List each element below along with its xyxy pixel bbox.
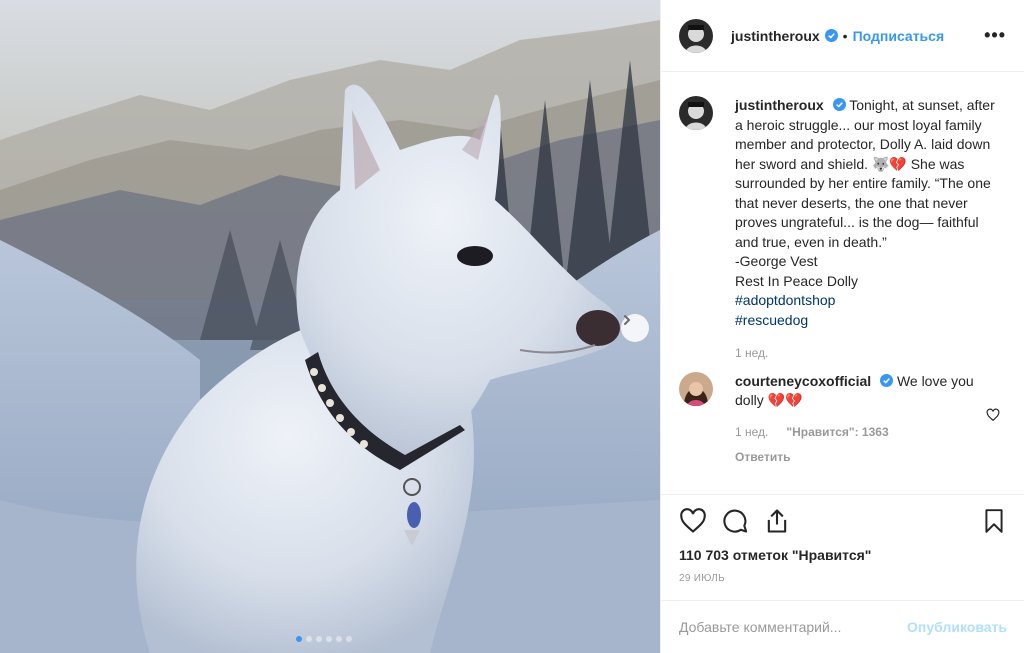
- post-sidebar: justintheroux • Подписаться ••• justinth…: [660, 0, 1024, 653]
- share-icon[interactable]: [763, 507, 791, 535]
- carousel-dot: [346, 636, 352, 642]
- caption-body: justintheroux Tonight, at sunset, after …: [735, 96, 1005, 364]
- comment: courteneycoxofficial We love you dolly 💔…: [679, 371, 1008, 468]
- comment-icon[interactable]: [721, 507, 749, 535]
- carousel-dot: [306, 636, 312, 642]
- avatar-image: [679, 18, 713, 53]
- action-icons: [679, 507, 1007, 535]
- avatar[interactable]: [679, 96, 713, 130]
- caption-text: Tonight, at sunset, after a heroic strug…: [735, 97, 995, 250]
- separator: •: [842, 27, 848, 44]
- hashtag-link[interactable]: #adoptdontshop: [735, 291, 1005, 311]
- verified-icon: [880, 373, 894, 387]
- hashtag-link[interactable]: #rescuedog: [735, 311, 1005, 331]
- comment-body: courteneycoxofficial We love you dolly 💔…: [735, 372, 1005, 468]
- avatar[interactable]: [679, 18, 713, 53]
- caption-author[interactable]: justintheroux: [735, 97, 824, 113]
- post-header: justintheroux • Подписаться •••: [661, 0, 1024, 72]
- comment-time: 1 нед.: [735, 424, 769, 439]
- avatar-image: [679, 371, 713, 406]
- avatar[interactable]: [679, 371, 713, 406]
- carousel-dot: [296, 636, 302, 642]
- caption: justintheroux Tonight, at sunset, after …: [679, 96, 1008, 364]
- comment-meta: 1 нед. "Нравится": 1363: [735, 423, 1005, 443]
- dog-photo-illustration: [0, 0, 660, 653]
- publish-button[interactable]: Опубликовать: [907, 619, 1007, 635]
- bookmark-icon[interactable]: [981, 507, 1007, 535]
- comment-likes[interactable]: "Нравится": 1363: [786, 423, 888, 443]
- post-date: 29 ИЮЛЬ: [679, 573, 725, 584]
- heart-icon[interactable]: [679, 507, 707, 535]
- reply-button[interactable]: Ответить: [735, 448, 1005, 468]
- more-icon[interactable]: •••: [984, 25, 1006, 46]
- comment-input[interactable]: Добавьте комментарий...: [679, 619, 907, 635]
- follow-button[interactable]: Подписаться: [853, 28, 945, 44]
- comment-author[interactable]: courteneycoxofficial: [735, 373, 871, 389]
- post-author[interactable]: justintheroux: [731, 28, 820, 44]
- add-comment-bar: Добавьте комментарий... Опубликовать: [661, 600, 1024, 653]
- post-photo[interactable]: [0, 0, 660, 653]
- likes-count[interactable]: 110 703 отметок "Нравится": [679, 547, 1007, 563]
- carousel-dot: [336, 636, 342, 642]
- caption-time: 1 нед.: [735, 346, 769, 360]
- carousel-indicator: [296, 636, 352, 642]
- heart-icon[interactable]: [986, 408, 1000, 422]
- comments-list: justintheroux Tonight, at sunset, after …: [679, 96, 1008, 468]
- verified-icon: [832, 98, 846, 111]
- avatar-image: [679, 96, 713, 130]
- next-photo-button[interactable]: [621, 314, 649, 342]
- carousel-dot: [326, 636, 332, 642]
- carousel-dot: [316, 636, 322, 642]
- post-actions: 110 703 отметок "Нравится" 29 ИЮЛЬ: [661, 494, 1024, 584]
- caption-rip: Rest In Peace Dolly: [735, 272, 858, 289]
- verified-icon: [824, 29, 838, 42]
- chevron-right-icon: [624, 315, 631, 325]
- quote-author: -George Vest: [735, 253, 818, 269]
